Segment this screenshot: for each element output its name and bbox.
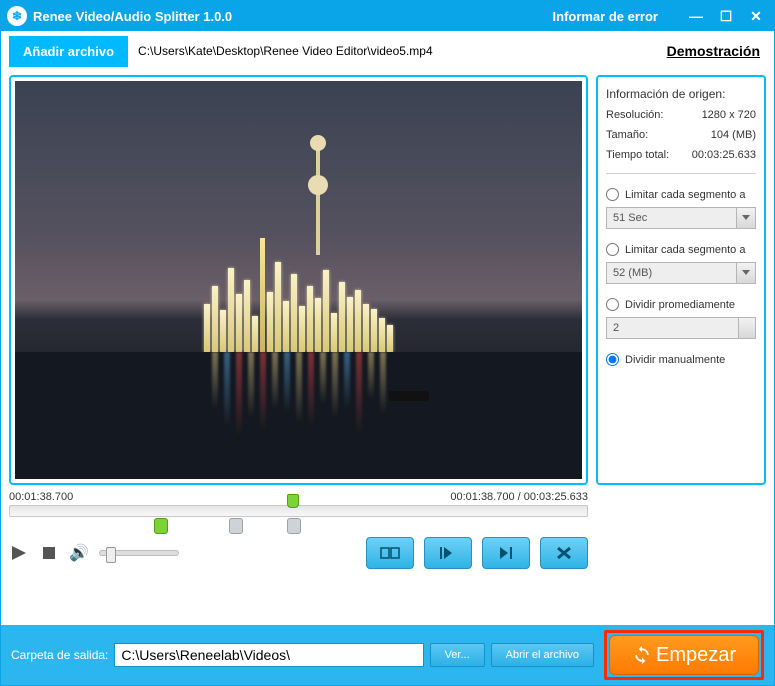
mark-in-button[interactable] <box>424 537 472 569</box>
split-manual-option[interactable]: Dividir manualmente <box>606 353 756 366</box>
start-button[interactable]: Empezar <box>609 635 759 675</box>
video-preview[interactable] <box>15 81 582 479</box>
app-title: Renee Video/Audio Splitter 1.0.0 <box>33 9 553 24</box>
split-average-option[interactable]: Dividir promediamente <box>606 298 756 311</box>
limit-time-select[interactable]: 51 Sec <box>606 207 756 229</box>
split-average-spinner[interactable]: 2 <box>606 317 756 339</box>
stop-button[interactable] <box>39 543 59 563</box>
info-panel: Información de origen: Resolución: 1280 … <box>596 75 766 485</box>
demo-link[interactable]: Demostración <box>667 43 760 59</box>
add-file-button[interactable]: Añadir archivo <box>9 36 128 67</box>
mark-out-button[interactable] <box>482 537 530 569</box>
timeline-current-time: 00:01:38.700 <box>9 491 73 503</box>
delete-segment-button[interactable] <box>540 537 588 569</box>
trim-tool-button[interactable] <box>366 537 414 569</box>
play-button[interactable] <box>9 543 29 563</box>
refresh-icon <box>632 645 652 665</box>
volume-icon[interactable]: 🔊 <box>69 543 89 563</box>
minimize-button[interactable]: — <box>684 6 708 26</box>
duration-value: 00:03:25.633 <box>680 149 756 161</box>
app-logo-icon: ❄ <box>7 6 27 26</box>
split-manual-radio[interactable] <box>606 353 619 366</box>
volume-slider[interactable] <box>99 550 179 556</box>
size-value: 104 (MB) <box>680 129 756 141</box>
browse-button[interactable]: Ver... <box>430 643 485 667</box>
limit-size-select[interactable]: 52 (MB) <box>606 262 756 284</box>
duration-label: Tiempo total: <box>606 149 676 161</box>
playhead-marker[interactable] <box>287 494 299 508</box>
limit-time-radio[interactable] <box>606 188 619 201</box>
output-folder-label: Carpeta de salida: <box>11 648 108 662</box>
split-average-radio[interactable] <box>606 298 619 311</box>
limit-size-option[interactable]: Limitar cada segmento a <box>606 243 756 256</box>
segment-mid-marker[interactable] <box>229 518 243 534</box>
open-file-button[interactable]: Abrir el archivo <box>491 643 594 667</box>
timeline-total-time: 00:01:38.700 / 00:03:25.633 <box>450 491 588 503</box>
output-folder-input[interactable] <box>114 643 423 667</box>
maximize-button[interactable]: ☐ <box>714 6 738 26</box>
size-label: Tamaño: <box>606 129 676 141</box>
limit-size-radio[interactable] <box>606 243 619 256</box>
resolution-value: 1280 x 720 <box>680 109 756 121</box>
resolution-label: Resolución: <box>606 109 676 121</box>
segment-start-marker[interactable] <box>154 518 168 534</box>
timeline-track[interactable] <box>9 505 588 517</box>
close-button[interactable]: ✕ <box>744 6 768 26</box>
limit-time-option[interactable]: Limitar cada segmento a <box>606 188 756 201</box>
source-info-heading: Información de origen: <box>606 87 756 101</box>
segment-end-marker[interactable] <box>287 518 301 534</box>
video-preview-panel <box>9 75 588 485</box>
loaded-file-path: C:\Users\Kate\Desktop\Renee Video Editor… <box>128 44 667 58</box>
report-error-link[interactable]: Informar de error <box>553 9 658 24</box>
